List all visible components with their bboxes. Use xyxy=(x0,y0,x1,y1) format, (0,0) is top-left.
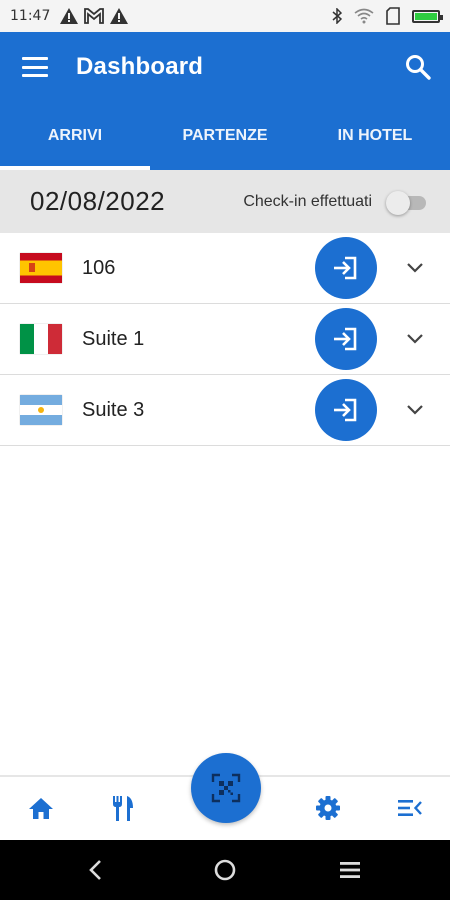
app-bar: Dashboard ARRIVI PARTENZE IN HOTEL xyxy=(0,32,450,170)
page-title: Dashboard xyxy=(76,53,204,80)
battery-icon xyxy=(412,9,443,23)
home-button-icon[interactable] xyxy=(209,854,241,886)
status-bar: 11:47 xyxy=(0,0,450,32)
sim-icon xyxy=(386,7,400,25)
chevron-down-icon[interactable] xyxy=(402,326,428,352)
argentina-flag-icon xyxy=(20,395,62,425)
date-selector[interactable]: 02/08/2022 xyxy=(30,186,165,217)
qr-scan-icon xyxy=(211,773,241,803)
tab-arrivi[interactable]: ARRIVI xyxy=(0,102,150,170)
login-icon xyxy=(334,327,357,351)
home-icon[interactable] xyxy=(24,791,58,825)
warning-icon xyxy=(60,8,79,24)
search-icon[interactable] xyxy=(404,53,432,81)
spain-flag-icon xyxy=(20,253,62,283)
wifi-icon xyxy=(354,8,374,24)
checkin-toggle[interactable] xyxy=(386,190,426,215)
arrivals-list: 106 Suite 1 Suite 3 xyxy=(0,233,450,446)
date-filter-row: 02/08/2022 Check-in effettuati xyxy=(0,170,450,233)
tab-bar: ARRIVI PARTENZE IN HOTEL xyxy=(0,102,450,170)
status-time: 11:47 xyxy=(10,8,51,24)
list-item[interactable]: Suite 3 xyxy=(0,375,450,446)
gmail-icon xyxy=(84,8,105,24)
list-item[interactable]: 106 xyxy=(0,233,450,304)
tab-in-hotel[interactable]: IN HOTEL xyxy=(300,102,450,170)
room-name: 106 xyxy=(82,256,116,279)
room-name: Suite 1 xyxy=(82,327,145,350)
recents-icon[interactable] xyxy=(334,854,366,886)
warning-icon xyxy=(110,8,129,24)
menu-collapse-icon[interactable] xyxy=(393,791,427,825)
checkin-filter-label: Check-in effettuati xyxy=(243,192,372,210)
tab-partenze[interactable]: PARTENZE xyxy=(150,102,300,170)
checkin-button[interactable] xyxy=(315,237,377,299)
settings-icon[interactable] xyxy=(311,791,345,825)
italy-flag-icon xyxy=(20,324,62,354)
hamburger-menu-icon[interactable] xyxy=(22,57,48,77)
restaurant-icon[interactable] xyxy=(106,791,140,825)
chevron-down-icon[interactable] xyxy=(402,397,428,423)
system-navigation-bar xyxy=(0,840,450,900)
back-icon[interactable] xyxy=(80,854,112,886)
qr-scan-button[interactable] xyxy=(191,753,261,823)
room-name: Suite 3 xyxy=(82,398,145,421)
checkin-button[interactable] xyxy=(315,308,377,370)
bluetooth-icon xyxy=(332,8,342,24)
chevron-down-icon[interactable] xyxy=(402,255,428,281)
checkin-button[interactable] xyxy=(315,379,377,441)
login-icon xyxy=(334,256,357,280)
list-item[interactable]: Suite 1 xyxy=(0,304,450,375)
login-icon xyxy=(334,398,357,422)
